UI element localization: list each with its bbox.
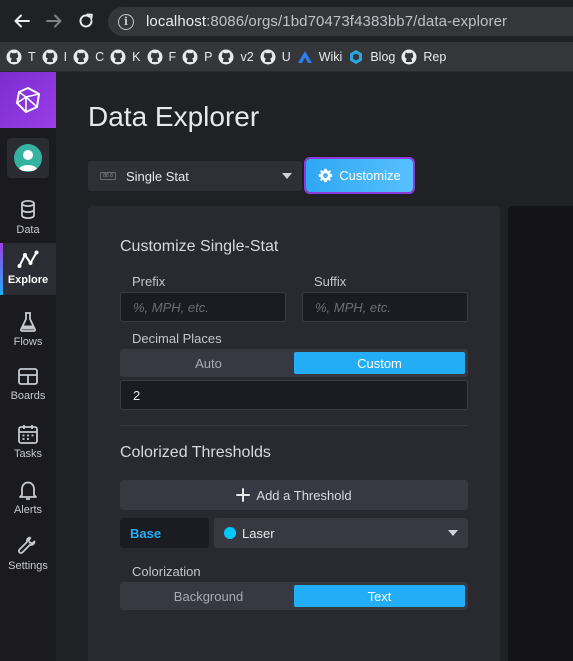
avatar <box>14 144 42 172</box>
nav-item-label: Explore <box>7 274 49 286</box>
calendar-icon <box>18 425 38 444</box>
colorization-text-option[interactable]: Text <box>294 585 465 607</box>
decimal-places-label: Decimal Places <box>132 331 222 346</box>
customize-button[interactable]: Customize <box>306 159 413 192</box>
address-bar[interactable]: i localhost:8086/orgs/1bd70473f4383bb7/d… <box>108 7 573 36</box>
nav-item-label: Alerts <box>13 504 43 516</box>
bookmark-item[interactable]: P <box>182 45 212 69</box>
github-icon <box>6 49 22 64</box>
influx-logo[interactable] <box>0 72 56 128</box>
gear-icon <box>319 168 333 183</box>
bookmark-item[interactable]: Rep <box>401 45 446 69</box>
arrow-left-icon <box>14 14 30 28</box>
decimal-places-value: 2 <box>133 387 141 403</box>
nav-item-label: Flows <box>13 336 43 348</box>
divider <box>120 425 468 426</box>
bookmark-item[interactable]: T <box>6 45 36 69</box>
chevron-down-icon <box>448 530 458 536</box>
thresholds-title: Colorized Thresholds <box>120 444 271 461</box>
github-icon <box>73 49 89 64</box>
browser-toolbar: i localhost:8086/orgs/1bd70473f4383bb7/d… <box>0 0 573 42</box>
base-color-dropdown[interactable]: Laser <box>214 518 468 548</box>
nav-item-settings[interactable]: Settings <box>0 529 56 581</box>
nav-item-label: Data <box>16 224 40 236</box>
site-info-icon[interactable]: i <box>118 13 134 30</box>
github-icon <box>42 49 58 64</box>
reload-button[interactable] <box>74 9 98 33</box>
bookmark-item[interactable]: F <box>147 45 176 69</box>
wrench-icon <box>18 536 36 554</box>
url-text: localhost:8086/orgs/1bd70473f4383bb7/dat… <box>146 13 508 30</box>
decimal-places-input[interactable]: 2 <box>120 380 468 410</box>
colorization-toggle: Background Text <box>120 582 468 610</box>
colorization-background-option[interactable]: Background <box>123 585 294 607</box>
base-threshold-label: Base <box>120 518 209 548</box>
bookmark-item[interactable]: Wiki <box>297 45 342 69</box>
suffix-input-field[interactable] <box>315 299 467 315</box>
graph-preview-panel <box>508 206 573 661</box>
reload-icon <box>79 13 93 28</box>
nav-item-boards[interactable]: Boards <box>0 361 56 413</box>
nav-item-alerts[interactable]: Alerts <box>0 473 56 525</box>
color-swatch <box>224 527 236 539</box>
suffix-label: Suffix <box>314 274 347 289</box>
graph-icon <box>17 250 39 268</box>
bookmark-item[interactable]: v2 <box>218 45 254 69</box>
customize-label: Customize <box>339 168 401 183</box>
nav-item-explore[interactable]: Explore <box>0 243 56 295</box>
bookmarks-bar: T I C K F P v2 U Wiki Blog Rep <box>0 42 573 72</box>
back-button[interactable] <box>10 9 34 33</box>
add-threshold-button[interactable]: Add a Threshold <box>120 480 468 510</box>
github-icon <box>218 49 234 64</box>
nav-item-flows[interactable]: Flows <box>0 305 56 357</box>
github-icon <box>401 49 417 64</box>
app-sidebar: Data Explore Flows Boards Tasks Alerts S… <box>0 72 56 661</box>
hexagon-icon <box>350 49 363 64</box>
nav-item-label: Tasks <box>13 448 43 460</box>
suffix-input[interactable] <box>302 292 468 322</box>
page-title: Data Explorer <box>88 101 260 132</box>
color-name: Laser <box>242 525 275 541</box>
user-avatar-button[interactable] <box>7 138 49 178</box>
arrow-right-icon <box>46 14 62 28</box>
bell-icon <box>19 481 37 500</box>
colorization-label: Colorization <box>132 564 201 579</box>
main-content: Data Explorer 88.8 Single Stat Customize… <box>56 72 573 661</box>
decimal-custom-option[interactable]: Custom <box>294 352 465 374</box>
dropdown-selected-value: Single Stat <box>126 168 189 184</box>
github-icon <box>182 49 198 64</box>
bookmark-item[interactable]: Blog <box>348 45 395 69</box>
bookmark-item[interactable]: K <box>110 45 141 69</box>
prefix-input[interactable] <box>120 292 286 322</box>
nav-item-label: Settings <box>8 560 48 572</box>
bookmark-item[interactable]: C <box>73 45 104 69</box>
add-threshold-label: Add a Threshold <box>256 487 352 503</box>
customize-panel: Customize Single-Stat Prefix Suffix Deci… <box>88 206 500 661</box>
decimal-auto-option[interactable]: Auto <box>123 352 294 374</box>
cuboctahedron-logo-icon <box>16 87 40 113</box>
forward-button[interactable] <box>42 9 66 33</box>
bookmark-item[interactable]: U <box>260 45 291 69</box>
dashboard-icon <box>18 368 38 385</box>
github-icon <box>147 49 162 64</box>
prefix-input-field[interactable] <box>133 299 285 315</box>
user-icon <box>18 150 38 171</box>
chevron-down-icon <box>282 173 292 179</box>
prefix-label: Prefix <box>132 274 166 289</box>
nav-item-tasks[interactable]: Tasks <box>0 417 56 469</box>
decimal-places-toggle: Auto Custom <box>120 349 468 377</box>
github-icon <box>110 49 126 64</box>
single-stat-thumbnail-icon: 88.8 <box>100 172 116 180</box>
nav-item-label: Boards <box>10 390 46 402</box>
confluence-icon <box>297 50 312 63</box>
nav-item-data[interactable]: Data <box>0 193 56 245</box>
flask-icon <box>19 312 37 332</box>
customize-title: Customize Single-Stat <box>120 238 279 255</box>
bookmark-item[interactable]: I <box>42 45 67 69</box>
visualization-type-dropdown[interactable]: 88.8 Single Stat <box>88 161 302 191</box>
database-icon <box>21 200 35 220</box>
plus-icon <box>236 488 251 502</box>
github-icon <box>260 49 276 64</box>
